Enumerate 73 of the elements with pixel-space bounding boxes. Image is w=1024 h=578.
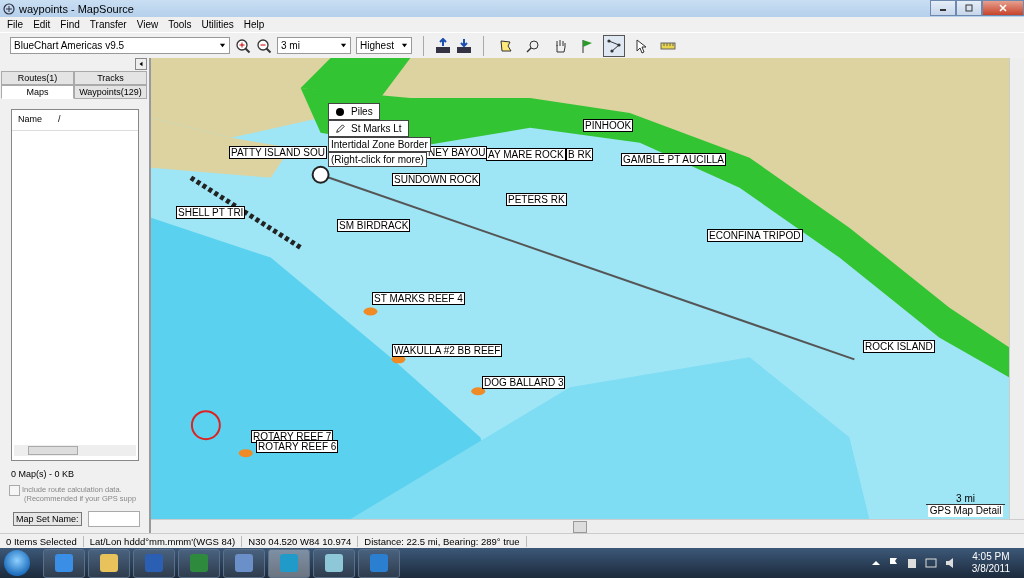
map-list[interactable]: Name /	[11, 109, 139, 461]
menu-item[interactable]: Utilities	[196, 19, 239, 30]
route-data-checkbox[interactable]	[9, 485, 20, 496]
waypoint-label[interactable]: AY MARE ROCK	[486, 148, 566, 161]
send-to-device-icon[interactable]	[435, 37, 451, 54]
column-header[interactable]: Name	[18, 114, 42, 126]
maps-summary: 0 Map(s) - 0 KB	[11, 469, 76, 479]
map-set-name-field[interactable]	[87, 511, 140, 527]
caret-icon	[219, 42, 226, 49]
map-set-name-button[interactable]: Map Set Name:	[13, 512, 82, 526]
close-button[interactable]	[982, 0, 1024, 16]
horizontal-scrollbar[interactable]	[151, 519, 1024, 533]
pointer-icon	[633, 37, 649, 54]
collapse-icon	[138, 61, 144, 67]
panel-tab[interactable]: Waypoints(129)	[74, 85, 147, 99]
panel-tab[interactable]: Tracks	[74, 71, 147, 85]
waypoint-label[interactable]: GAMBLE PT AUCILLA	[621, 153, 726, 166]
map-product-dropdown[interactable]: BlueChart Americas v9.5	[10, 37, 230, 54]
waypoint-label[interactable]: PATTY ISLAND SOU	[229, 146, 327, 159]
zoom-out-icon[interactable]	[256, 37, 272, 54]
popup-text: Intertidal Zone Border	[328, 137, 431, 152]
collapse-panel-button[interactable]	[135, 58, 147, 70]
status-field: N30 04.520 W84 10.974	[242, 535, 359, 547]
map-detail-label: GPS Map Detail	[927, 505, 1004, 517]
menu-item[interactable]: Tools	[163, 19, 197, 30]
status-field: Distance: 22.5 mi, Bearing: 289° true	[358, 535, 527, 547]
waypoint-label[interactable]: B RK	[566, 148, 594, 161]
minimize-button[interactable]	[930, 0, 956, 16]
popup-item: Piles	[351, 106, 373, 117]
caret-icon	[340, 42, 347, 49]
receive-from-device-icon[interactable]	[456, 37, 472, 54]
waypoint-label[interactable]: SHELL PT TRI	[176, 206, 246, 219]
waypoint-label[interactable]: WAKULLA #2 BB REEF	[392, 344, 503, 357]
menu-item[interactable]: File	[2, 19, 29, 30]
popup-text: (Right-click for more)	[328, 152, 427, 167]
window-title: waypoints - MapSource	[19, 2, 134, 15]
waypoint-label[interactable]: PINHOOK	[583, 119, 634, 132]
waypoint-label[interactable]: ROCK ISLAND	[863, 340, 935, 353]
menu-item[interactable]: Transfer	[84, 19, 132, 30]
waypoint-label[interactable]: ROTARY REEF 6	[256, 440, 339, 453]
zoom-icon	[525, 37, 541, 54]
zoom-in-icon[interactable]	[235, 37, 251, 54]
horizontal-scrollbar[interactable]	[14, 445, 136, 456]
waypoint-label[interactable]: PETERS RK	[506, 193, 567, 206]
clock-date[interactable]: 3/8/2011	[971, 563, 1010, 575]
waypoint-label[interactable]: SUNDOWN ROCK	[392, 173, 481, 186]
app-icon	[3, 2, 15, 15]
menu-item[interactable]: View	[131, 19, 164, 30]
maximize-icon	[964, 3, 974, 13]
waypoint-label[interactable]: DOG BALLARD 3	[482, 376, 566, 389]
popup-item: St Marks Lt	[351, 123, 402, 134]
menu-item[interactable]: Help	[238, 19, 270, 30]
sort-indicator: /	[58, 114, 61, 126]
caret-icon	[401, 42, 408, 49]
route-tool-button[interactable]	[603, 34, 625, 57]
start-button[interactable]	[4, 550, 30, 576]
menu-item[interactable]: Find	[55, 19, 85, 30]
panel-tab[interactable]: Maps	[1, 85, 74, 99]
close-icon	[998, 3, 1008, 13]
detail-dropdown[interactable]: Highest	[356, 37, 412, 54]
map-select-icon	[498, 37, 514, 54]
waypoint-label[interactable]: SM BIRDRACK	[337, 219, 411, 232]
status-field: Lat/Lon hddd°mm.mmm'(WGS 84)	[83, 535, 243, 547]
status-field: 0 Items Selected	[0, 535, 84, 547]
pencil-icon	[335, 123, 345, 134]
route-icon	[606, 37, 622, 54]
clock-time[interactable]: 4:05 PM	[972, 551, 1010, 563]
menu-item[interactable]: Edit	[28, 19, 56, 30]
zoom-scale-dropdown[interactable]: 3 mi	[277, 37, 351, 54]
dot-icon	[335, 106, 345, 117]
waypoint-label[interactable]: ST MARKS REEF 4	[372, 292, 465, 305]
panel-tab[interactable]: Routes(1)	[1, 71, 74, 85]
waypoint-label[interactable]: ECONFINA TRIPOD	[707, 229, 803, 242]
